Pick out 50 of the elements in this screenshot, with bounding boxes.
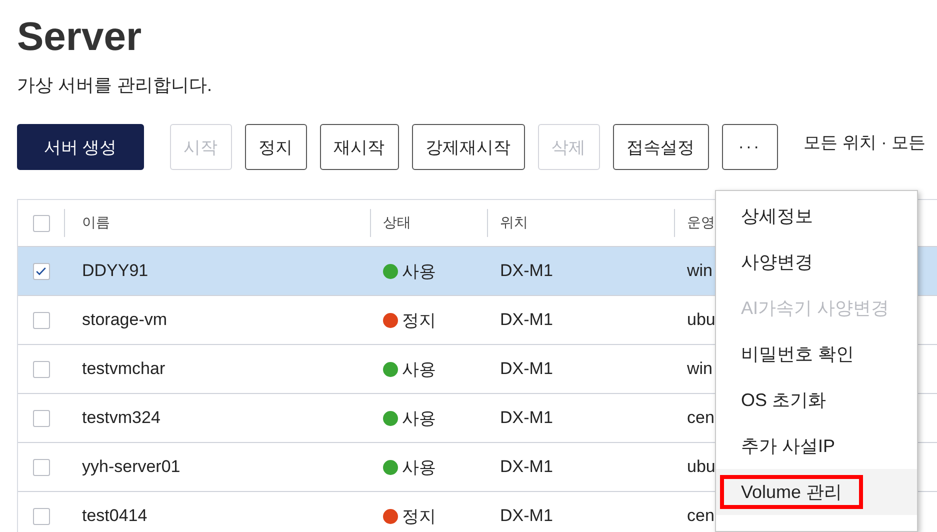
checkbox[interactable] xyxy=(32,312,50,328)
menu-item[interactable]: 상세정보 xyxy=(716,193,917,239)
create-button[interactable]: 서버 생성 xyxy=(17,124,144,170)
highlight-box: Volume 관리 xyxy=(720,475,864,509)
checkbox[interactable] xyxy=(32,214,50,232)
more-button[interactable]: ··· xyxy=(722,124,778,170)
action-button[interactable]: 재시작 xyxy=(320,124,399,170)
action-button[interactable]: 접속설정 xyxy=(612,124,709,170)
checkbox[interactable] xyxy=(32,458,50,476)
checkbox[interactable] xyxy=(32,262,50,280)
status-text: 사용 xyxy=(402,408,436,430)
column-header[interactable]: 운영 xyxy=(687,214,715,232)
table-cell: testvmchar xyxy=(82,359,166,379)
table-cell: cen xyxy=(687,506,714,526)
action-button[interactable]: 강제재시작 xyxy=(412,124,525,170)
table-cell: DDYY91 xyxy=(82,261,148,281)
table-cell: DX-M1 xyxy=(500,457,553,477)
table-cell: DX-M1 xyxy=(500,359,553,379)
page-title: Server xyxy=(17,14,142,61)
table-cell: ubu xyxy=(687,310,716,330)
status-text: 사용 xyxy=(402,456,436,478)
action-button[interactable]: 정지 xyxy=(244,124,307,170)
checkbox[interactable] xyxy=(32,508,50,524)
page-subtitle: 가상 서버를 관리합니다. xyxy=(17,74,212,97)
status-text: 정지 xyxy=(402,506,436,528)
table-cell: DX-M1 xyxy=(500,261,553,281)
table-cell: win xyxy=(687,261,713,281)
checkbox[interactable] xyxy=(32,360,50,378)
table-cell: ubu xyxy=(687,457,716,477)
menu-item[interactable]: 비밀번호 확인 xyxy=(716,331,917,377)
status-text: 정지 xyxy=(402,310,436,332)
status-text: 사용 xyxy=(402,260,436,282)
column-header[interactable]: 상태 xyxy=(383,214,411,232)
checkbox[interactable] xyxy=(32,410,50,426)
menu-item[interactable]: 추가 사설IP xyxy=(716,423,917,469)
table-cell: yyh-server01 xyxy=(82,457,180,477)
table-cell: DX-M1 xyxy=(500,506,553,526)
table-cell: testvm324 xyxy=(82,408,160,428)
menu-item[interactable]: OS 초기화 xyxy=(716,377,917,423)
status-text: 사용 xyxy=(402,358,436,380)
column-header[interactable]: 위치 xyxy=(500,214,528,232)
table-cell: win xyxy=(687,359,713,379)
column-header[interactable]: 이름 xyxy=(82,214,110,232)
menu-item[interactable]: Volume 관리 xyxy=(716,469,917,515)
table-cell: DX-M1 xyxy=(500,408,553,428)
table-cell: storage-vm xyxy=(82,310,168,330)
table-cell: cen xyxy=(687,408,714,428)
table-cell: DX-M1 xyxy=(500,310,553,330)
table-cell: test0414 xyxy=(82,506,148,526)
filter-label[interactable]: 모든 위치 · 모든 xyxy=(804,130,926,154)
